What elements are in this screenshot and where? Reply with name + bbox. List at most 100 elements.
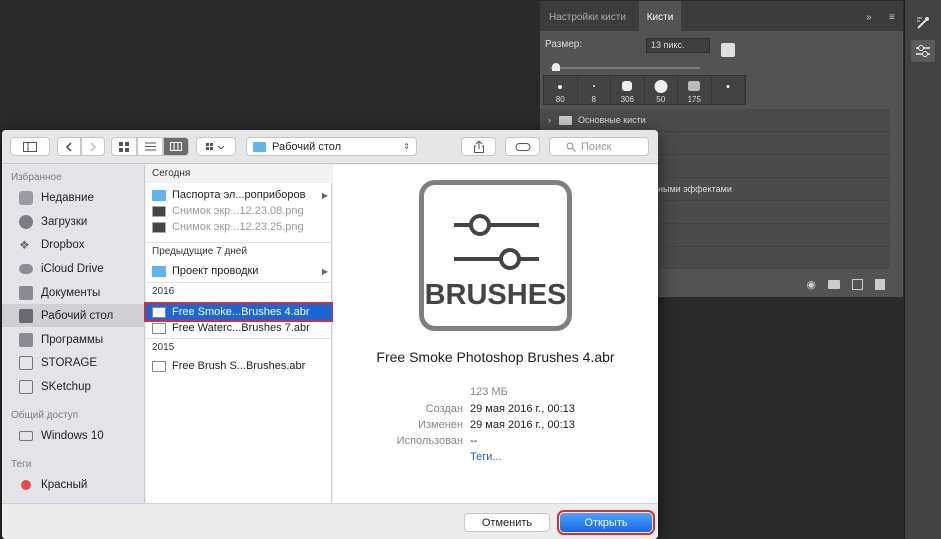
sidebar-item-applications[interactable]: Программы xyxy=(2,328,145,351)
sidebar-item-dropbox[interactable]: ❖ Dropbox xyxy=(2,233,145,256)
sidebar-item-desktop[interactable]: Рабочий стол xyxy=(2,304,145,327)
list-item-selected[interactable]: Free Smoke...Brushes 4.abr xyxy=(144,302,334,322)
sidebar-item-sketchup[interactable]: SKetchup xyxy=(2,375,145,398)
list-item[interactable]: Паспорта эл...роприборов ▶ xyxy=(146,187,332,203)
used-value: -- xyxy=(470,435,478,447)
preview-file-name: Free Smoke Photoshop Brushes 4.abr xyxy=(376,349,615,365)
share-icon xyxy=(473,140,484,153)
folder-icon xyxy=(19,379,33,394)
column-view-button[interactable] xyxy=(163,137,189,156)
brushes-file-icon: BRUSHES xyxy=(419,180,572,331)
tab-brush-settings[interactable]: Настройки кисти xyxy=(549,1,626,31)
brush-preset[interactable]: 175 xyxy=(678,76,712,104)
modified-value: 29 мая 2016 г., 00:13 xyxy=(470,419,575,431)
updown-icon: ⇕ xyxy=(403,142,410,151)
brush-settings-icon[interactable] xyxy=(911,12,935,34)
created-label: Создан xyxy=(425,403,463,415)
collapse-icon[interactable]: » xyxy=(866,1,872,31)
shared-heading: Общий доступ xyxy=(11,410,79,421)
sidebar-item-storage[interactable]: STORAGE xyxy=(2,351,145,374)
recent-icon xyxy=(19,190,33,205)
panel-tabs: Настройки кисти Кисти » ≡ xyxy=(540,1,903,31)
red-tag-icon xyxy=(21,479,31,490)
group-previous-7-days: Предыдущие 7 дней xyxy=(146,242,332,260)
sidebar-toggle-button[interactable] xyxy=(10,137,50,156)
arrange-icon xyxy=(206,142,225,150)
location-label: Рабочий стол xyxy=(272,140,342,153)
list-item[interactable]: Free Brush S...Brushes.abr xyxy=(146,358,332,374)
search-icon xyxy=(566,142,576,152)
open-button[interactable]: Открыть xyxy=(557,510,655,535)
brushes-panel-icon[interactable] xyxy=(911,40,935,62)
size-slider-knob[interactable] xyxy=(552,63,560,71)
folder-icon xyxy=(152,189,166,201)
icon-view-button[interactable] xyxy=(111,137,137,156)
new-folder-icon[interactable] xyxy=(828,279,840,289)
sidebar-item-windows10[interactable]: Windows 10 xyxy=(2,424,145,447)
group-today: Сегодня xyxy=(146,165,332,183)
eye-icon[interactable]: ◉ xyxy=(806,278,816,291)
open-file-dialog: Рабочий стол ⇕ Поиск Избранное Недавние … xyxy=(2,130,658,539)
dialog-footer: Отменить Открыть xyxy=(2,503,658,539)
location-select[interactable]: Рабочий стол ⇕ xyxy=(246,137,417,156)
list-item[interactable]: Проект проводки ▶ xyxy=(146,263,332,279)
tab-brushes[interactable]: Кисти xyxy=(639,1,681,31)
sidebar-item-recent[interactable]: Недавние xyxy=(2,186,145,209)
created-value: 29 мая 2016 г., 00:13 xyxy=(470,403,575,415)
list-item[interactable]: Снимок экр...12.23.08.png xyxy=(146,203,332,219)
folder-icon xyxy=(559,116,572,125)
sidebar-item-downloads[interactable]: Загрузки xyxy=(2,210,145,233)
size-label: Размер: xyxy=(545,39,583,50)
size-slider[interactable] xyxy=(550,67,700,69)
chevron-right-icon: ▶ xyxy=(321,266,328,276)
download-icon xyxy=(19,214,33,229)
list-icon xyxy=(144,142,156,151)
group-2015: 2015 xyxy=(146,338,332,356)
tag-icon xyxy=(515,142,530,151)
favorites-heading: Избранное xyxy=(11,172,62,183)
applications-icon xyxy=(19,332,33,347)
cloud-icon xyxy=(19,263,33,274)
folder-icon xyxy=(152,265,166,277)
brush-presets: 80 8 306 50 175 xyxy=(543,75,746,105)
dialog-toolbar: Рабочий стол ⇕ Поиск xyxy=(2,130,658,164)
chevron-right-icon xyxy=(90,141,97,152)
used-label: Использован xyxy=(396,435,463,447)
sidebar-item-icloud[interactable]: iCloud Drive xyxy=(2,257,145,280)
abr-file-icon xyxy=(152,360,166,372)
brush-edit-icon[interactable] xyxy=(721,43,735,57)
brush-preset[interactable]: 8 xyxy=(578,76,611,104)
group-by-button[interactable] xyxy=(196,137,236,156)
list-view-button[interactable] xyxy=(137,137,163,156)
tags-heading: Теги xyxy=(11,459,32,470)
list-item[interactable]: Снимок экр...12.23.25.png xyxy=(146,219,332,235)
size-input[interactable]: 13 пикс. xyxy=(646,38,710,53)
brush-preset[interactable] xyxy=(712,76,745,104)
sidebar-icon xyxy=(23,141,37,152)
tags-button[interactable] xyxy=(505,137,540,156)
new-brush-icon[interactable] xyxy=(852,278,863,290)
brush-preset[interactable]: 50 xyxy=(645,76,678,104)
chevron-right-icon: ▶ xyxy=(321,190,328,200)
image-file-icon xyxy=(152,221,166,233)
computer-icon xyxy=(19,430,33,441)
brush-preset[interactable]: 306 xyxy=(611,76,645,104)
back-button[interactable] xyxy=(57,137,81,156)
brush-preset[interactable]: 80 xyxy=(544,76,578,104)
desktop-icon xyxy=(19,308,33,323)
share-button[interactable] xyxy=(461,137,496,156)
folder-icon xyxy=(253,141,266,152)
icon-caption: BRUSHES xyxy=(424,279,567,311)
sidebar-item-tag-red[interactable]: Красный xyxy=(2,473,145,496)
trash-icon[interactable] xyxy=(875,278,885,290)
panel-menu-icon[interactable]: ≡ xyxy=(889,1,895,31)
file-column: Сегодня Паспорта эл...роприборов ▶ Снимок… xyxy=(144,165,334,503)
sidebar-item-documents[interactable]: Документы xyxy=(2,281,145,304)
list-item[interactable]: Free Waterc...Brushes 7.abr xyxy=(146,320,332,336)
tags-link[interactable]: Теги... xyxy=(470,451,502,463)
cancel-button[interactable]: Отменить xyxy=(464,513,550,532)
forward-button[interactable] xyxy=(81,137,105,156)
search-input[interactable]: Поиск xyxy=(549,137,649,156)
folder-icon xyxy=(19,355,33,370)
brush-folder[interactable]: › Основные кисти xyxy=(540,109,890,132)
